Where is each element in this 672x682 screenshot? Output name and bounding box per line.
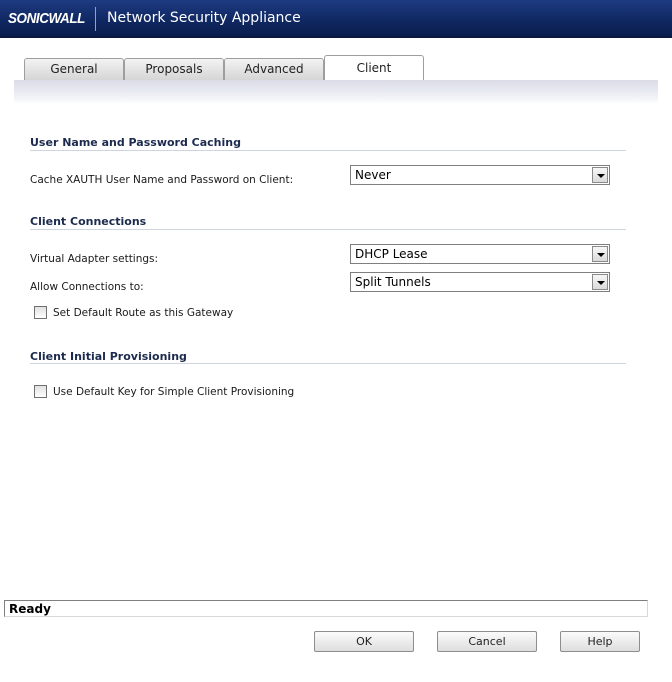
chevron-down-icon[interactable]	[592, 274, 608, 290]
section-divider	[30, 229, 626, 230]
section-title-connections: Client Connections	[30, 215, 147, 228]
cancel-button[interactable]: Cancel	[437, 631, 537, 652]
help-button[interactable]: Help	[560, 631, 640, 652]
sonicwall-logo: SONICWALL	[8, 10, 85, 27]
virtual-adapter-select[interactable]: DHCP Lease	[350, 244, 610, 264]
status-bar: Ready	[4, 600, 648, 617]
chevron-down-icon[interactable]	[592, 246, 608, 262]
tab-client[interactable]: Client	[324, 55, 424, 81]
cache-xauth-label: Cache XAUTH User Name and Password on Cl…	[30, 174, 294, 186]
section-divider	[30, 363, 626, 364]
app-header: SONICWALL Network Security Appliance	[0, 0, 672, 38]
section-title-caching: User Name and Password Caching	[30, 136, 241, 149]
default-key-checkbox[interactable]	[34, 385, 47, 398]
tab-proposals[interactable]: Proposals	[124, 58, 224, 81]
chevron-down-icon[interactable]	[592, 167, 608, 183]
default-key-label[interactable]: Use Default Key for Simple Client Provis…	[53, 386, 294, 398]
allow-connections-select[interactable]: Split Tunnels	[350, 272, 610, 292]
tab-advanced[interactable]: Advanced	[224, 58, 324, 81]
app-title: Network Security Appliance	[107, 10, 301, 26]
allow-connections-value: Split Tunnels	[355, 275, 431, 289]
status-text: Ready	[9, 602, 51, 616]
default-route-label[interactable]: Set Default Route as this Gateway	[53, 307, 233, 319]
cache-xauth-value: Never	[355, 168, 391, 182]
tab-general[interactable]: General	[24, 58, 124, 81]
allow-connections-label: Allow Connections to:	[30, 281, 144, 293]
vpn-policy-window: SONICWALL Network Security Appliance Gen…	[0, 0, 672, 682]
virtual-adapter-label: Virtual Adapter settings:	[30, 253, 159, 265]
cache-xauth-select[interactable]: Never	[350, 165, 610, 185]
ok-button[interactable]: OK	[314, 631, 414, 652]
tab-bar: General Proposals Advanced Client	[0, 55, 672, 81]
default-route-checkbox[interactable]	[34, 306, 47, 319]
section-divider	[30, 150, 626, 151]
section-title-provisioning: Client Initial Provisioning	[30, 350, 187, 363]
header-divider	[95, 7, 96, 31]
virtual-adapter-value: DHCP Lease	[355, 247, 428, 261]
tab-content-header-band	[14, 80, 658, 104]
